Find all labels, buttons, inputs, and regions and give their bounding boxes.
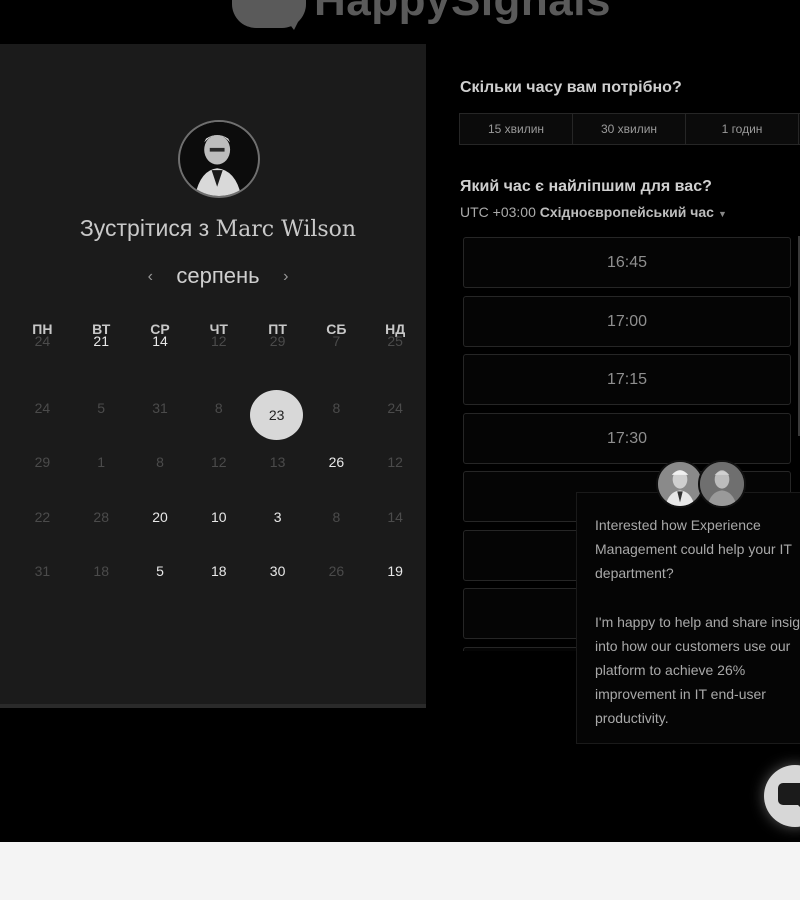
month-navigation: ‹ серпень ›: [0, 263, 436, 289]
calendar-day: 24: [34, 333, 51, 349]
duration-selector: 15 хвилин 30 хвилин 1 годин: [459, 113, 800, 145]
logo-text: HappySignals: [314, 0, 611, 25]
calendar-day: 29: [269, 333, 286, 349]
calendar-day[interactable]: 10: [189, 498, 248, 553]
month-label: серпень: [176, 263, 260, 288]
calendar-day: 8: [332, 399, 341, 416]
calendar-day[interactable]: 19: [366, 552, 425, 607]
time-slot-button[interactable]: 17:15: [463, 354, 791, 405]
chat-agent-avatars: [656, 460, 748, 510]
calendar-day[interactable]: 3: [248, 498, 307, 553]
calendar-week: 31 18 5 18 30 26 19: [13, 552, 425, 607]
calendar-day[interactable]: 14: [131, 334, 190, 364]
duration-question: Скільки часу вам потрібно?: [460, 79, 682, 96]
next-month-button[interactable]: ›: [272, 268, 300, 286]
calendar-day: 1: [97, 454, 106, 470]
calendar-day: 12: [211, 333, 227, 349]
calendar-day: 13: [269, 454, 286, 470]
time-question: Який час є найліпшим для вас?: [460, 178, 712, 195]
calendar-week: 29 1 8 12 13 26 12: [13, 443, 425, 498]
chat-message-pitch: I'm happy to help and share insight into…: [595, 613, 800, 727]
logo-bubble-tail: [282, 14, 302, 30]
calendar-day: 29: [34, 454, 51, 470]
time-slot-button[interactable]: 17:00: [463, 295, 791, 347]
host-avatar: [178, 120, 260, 198]
calendar-day[interactable]: 5: [131, 552, 190, 607]
calendar-day: 8: [214, 399, 223, 416]
calendar-day: 8: [332, 508, 341, 525]
calendar-week: 24 21 14 12 29 7 25: [13, 334, 425, 389]
calendar-day[interactable]: 26: [307, 443, 366, 498]
calendar-day[interactable]: 20: [131, 498, 190, 553]
calendar-day: 12: [387, 454, 403, 470]
calendar-day: 5: [97, 399, 106, 416]
calendar-day[interactable]: 30: [248, 552, 307, 607]
title-prefix: Зустрітися з: [79, 215, 216, 241]
duration-option[interactable]: 1 годин: [686, 114, 799, 144]
chat-message-intro: Interested how Experience Management cou…: [595, 517, 792, 582]
calendar-grid: 24 21 14 12 29 7 25 24 5 31 8 23 8 24 29 1 8 12 13 26 12 22 28…: [13, 334, 425, 607]
chat-bubble-tail: [796, 803, 800, 812]
timezone-dropdown[interactable]: UTC +03:00 Східноєвропейський час ▼: [460, 204, 727, 220]
time-slot-button[interactable]: 16:45: [463, 237, 791, 288]
calendar-day: 12: [211, 454, 227, 470]
duration-option[interactable]: 15 хвилин: [460, 114, 573, 144]
chevron-down-icon: ▼: [717, 209, 727, 219]
agent-avatar: [656, 460, 704, 508]
panel-divider: [0, 704, 426, 708]
calendar-day[interactable]: 21: [72, 334, 131, 364]
chat-launcher-button[interactable]: [764, 765, 800, 827]
brand-logo: HappySignals: [0, 0, 800, 44]
calendar-day: 14: [387, 508, 403, 525]
calendar-day: 24: [387, 399, 403, 416]
host-name: Marc Wilson: [215, 217, 357, 242]
person-photo-icon: [658, 462, 702, 506]
meeting-title: Зустрітися з Marc Wilson: [0, 215, 436, 242]
calendar-day: 18: [93, 563, 109, 579]
person-photo-icon: [700, 462, 744, 506]
agent-avatar: [698, 460, 746, 508]
chat-message: Interested how Experience Management cou…: [595, 513, 800, 731]
prev-month-button[interactable]: ‹: [136, 268, 164, 286]
calendar-day: 28: [93, 508, 109, 525]
timezone-offset: UTC +03:00: [460, 204, 536, 220]
calendar-day: 22: [34, 508, 51, 525]
chat-popup[interactable]: Interested how Experience Management cou…: [576, 492, 800, 744]
calendar-day: 31: [34, 563, 51, 579]
calendar-day: 8: [156, 454, 164, 470]
page-footer: [0, 842, 800, 900]
chat-bubble-icon: [778, 783, 800, 805]
calendar-day-selected[interactable]: 23: [248, 389, 307, 444]
calendar-day: 7: [332, 333, 341, 349]
time-slot-button[interactable]: 17:30: [463, 412, 791, 464]
calendar-week: 24 5 31 8 23 8 24: [13, 389, 425, 444]
person-photo-icon: [182, 122, 256, 196]
booking-panel: Зустрітися з Marc Wilson ‹ серпень › ПН В…: [0, 44, 426, 706]
calendar-day: 24: [34, 399, 51, 416]
calendar-day[interactable]: 18: [189, 552, 248, 607]
selected-day-number: 23: [250, 389, 304, 440]
duration-option[interactable]: 30 хвилин: [573, 114, 686, 144]
calendar-day: 31: [152, 399, 168, 416]
calendar-day: 25: [387, 333, 403, 349]
calendar-day: 26: [328, 563, 345, 579]
timezone-name: Східноєвропейський час: [539, 204, 714, 220]
calendar-week: 22 28 20 10 3 8 14: [13, 498, 425, 553]
